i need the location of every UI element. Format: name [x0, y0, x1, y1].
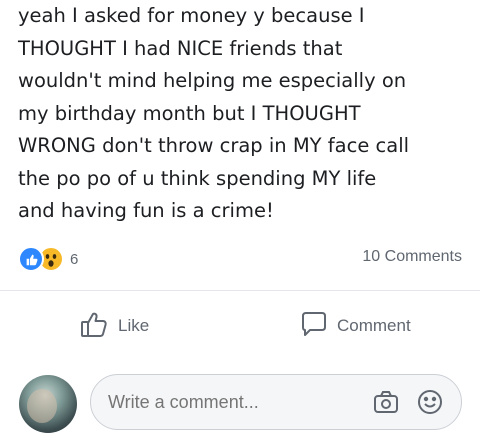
post-text-line: the po po of u think spending MY life — [18, 166, 377, 190]
emoji-icon[interactable] — [417, 389, 443, 415]
comment-label: Comment — [337, 316, 411, 335]
comment-composer[interactable] — [90, 374, 462, 430]
comment-bubble-icon — [298, 309, 328, 344]
post-text-line: my birthday month but I THOUGHT — [18, 101, 361, 125]
reaction-count: 6 — [70, 250, 79, 268]
camera-icon[interactable] — [373, 389, 399, 415]
reactions-summary[interactable]: 6 — [18, 246, 79, 272]
comment-button[interactable]: Comment — [298, 311, 411, 341]
divider — [0, 290, 480, 291]
post-text-line: wouldn't mind helping me especially on — [18, 69, 407, 92]
thumbs-up-icon — [79, 309, 109, 344]
post-text-line: WRONG don't throw crap in MY face call — [18, 134, 410, 157]
post-text-line: and having fun is a crime! — [18, 199, 274, 222]
post-text-line: THOUGHT I had NICE friends that — [18, 36, 343, 60]
post-body: yeah I asked for money y because I THOUG… — [18, 0, 473, 228]
comments-count-link[interactable]: 10 Comments — [362, 248, 462, 266]
like-reaction-icon — [18, 246, 44, 272]
like-button[interactable]: Like — [79, 311, 149, 341]
comment-input[interactable] — [106, 391, 340, 414]
avatar[interactable] — [19, 375, 77, 433]
post-text-line: yeah I asked for money y because I — [18, 4, 365, 27]
like-label: Like — [118, 316, 150, 335]
